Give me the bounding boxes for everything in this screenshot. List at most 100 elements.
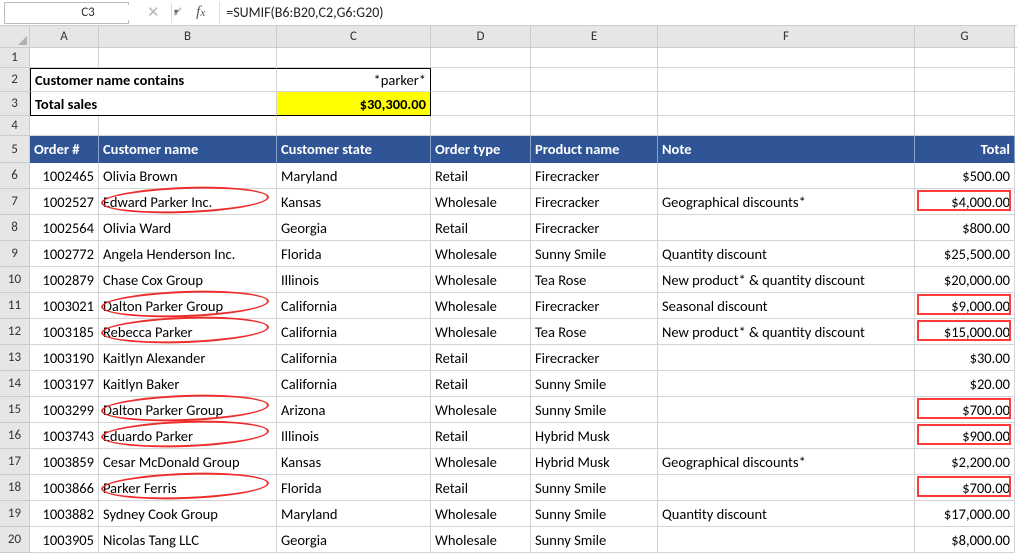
cell[interactable]: 1002879: [30, 267, 99, 293]
cell[interactable]: 1003859: [30, 449, 99, 475]
cell[interactable]: [30, 48, 99, 68]
cell[interactable]: $20,000.00: [915, 267, 1015, 293]
col-header-c[interactable]: C: [277, 26, 431, 47]
cell[interactable]: Order #: [30, 136, 99, 163]
cell[interactable]: Eduardo Parker: [99, 423, 277, 449]
cell[interactable]: Retail: [431, 475, 531, 501]
cell[interactable]: $500.00: [915, 163, 1015, 189]
cell[interactable]: Tea Rose: [531, 267, 658, 293]
cell[interactable]: California: [277, 371, 431, 397]
cell[interactable]: 1002527: [30, 189, 99, 215]
cell[interactable]: Wholesale: [431, 189, 531, 215]
cell[interactable]: [658, 345, 915, 371]
cell[interactable]: Wholesale: [431, 527, 531, 553]
cell[interactable]: Wholesale: [431, 293, 531, 319]
cell[interactable]: [658, 475, 915, 501]
cell[interactable]: $2,200.00: [915, 449, 1015, 475]
cell[interactable]: Georgia: [277, 527, 431, 553]
cell[interactable]: [99, 48, 277, 68]
row-header[interactable]: 20: [0, 527, 30, 553]
cell[interactable]: $15,000.00: [915, 319, 1015, 345]
cell[interactable]: Quantity discount: [658, 501, 915, 527]
row-header[interactable]: 19: [0, 501, 30, 527]
row-header[interactable]: 12: [0, 319, 30, 345]
cell[interactable]: Sunny Smile: [531, 397, 658, 423]
col-header-f[interactable]: F: [658, 26, 915, 47]
cell[interactable]: [658, 527, 915, 553]
cell[interactable]: Wholesale: [431, 267, 531, 293]
cell[interactable]: $8,000.00: [915, 527, 1015, 553]
cell[interactable]: Hybrid Musk: [531, 423, 658, 449]
cell[interactable]: [431, 116, 531, 136]
cell[interactable]: $700.00: [915, 475, 1015, 501]
cell[interactable]: Maryland: [277, 163, 431, 189]
cell[interactable]: 1003197: [30, 371, 99, 397]
cell[interactable]: Edward Parker Inc.: [99, 189, 277, 215]
cell[interactable]: Tea Rose: [531, 319, 658, 345]
cell[interactable]: 1003299: [30, 397, 99, 423]
cell[interactable]: Chase Cox Group: [99, 267, 277, 293]
cell[interactable]: $25,500.00: [915, 241, 1015, 267]
cell[interactable]: *parker*: [277, 68, 431, 92]
cell[interactable]: Kansas: [277, 189, 431, 215]
cell[interactable]: Georgia: [277, 215, 431, 241]
cancel-icon[interactable]: ✕: [147, 3, 160, 22]
cell[interactable]: Total: [915, 136, 1015, 163]
cell[interactable]: Order type: [431, 136, 531, 163]
cell[interactable]: Sunny Smile: [531, 475, 658, 501]
cell[interactable]: Sunny Smile: [531, 241, 658, 267]
row-header[interactable]: 11: [0, 293, 30, 319]
row-header[interactable]: 15: [0, 397, 30, 423]
col-header-a[interactable]: A: [30, 26, 99, 47]
cell[interactable]: Customer name: [99, 136, 277, 163]
cell[interactable]: New product* & quantity discount: [658, 267, 915, 293]
cell[interactable]: [658, 92, 915, 116]
cell[interactable]: California: [277, 293, 431, 319]
cell[interactable]: [658, 423, 915, 449]
cell[interactable]: Kaitlyn Alexander: [99, 345, 277, 371]
row-header[interactable]: 9: [0, 241, 30, 267]
cell[interactable]: California: [277, 345, 431, 371]
cell[interactable]: Dalton Parker Group: [99, 397, 277, 423]
cell[interactable]: $17,000.00: [915, 501, 1015, 527]
cell[interactable]: New product* & quantity discount: [658, 319, 915, 345]
cell[interactable]: Retail: [431, 423, 531, 449]
cell[interactable]: Wholesale: [431, 319, 531, 345]
cell[interactable]: $900.00: [915, 423, 1015, 449]
cell[interactable]: $4,000.00: [915, 189, 1015, 215]
cell[interactable]: [277, 116, 431, 136]
cell[interactable]: Wholesale: [431, 449, 531, 475]
cell[interactable]: Sunny Smile: [531, 527, 658, 553]
cell[interactable]: Illinois: [277, 423, 431, 449]
cell[interactable]: Angela Henderson Inc.: [99, 241, 277, 267]
cell[interactable]: Quantity discount: [658, 241, 915, 267]
cell[interactable]: Olivia Ward: [99, 215, 277, 241]
cell[interactable]: Florida: [277, 241, 431, 267]
cell[interactable]: Retail: [431, 371, 531, 397]
cell[interactable]: Nicolas Tang LLC: [99, 527, 277, 553]
row-header[interactable]: 7: [0, 189, 30, 215]
cell[interactable]: Olivia Brown: [99, 163, 277, 189]
row-header[interactable]: 1: [0, 48, 30, 68]
cell[interactable]: Kansas: [277, 449, 431, 475]
cell[interactable]: Firecracker: [531, 345, 658, 371]
formula-bar[interactable]: =SUMIF(B6:B20,C2,G6:G20): [219, 2, 1017, 24]
cell[interactable]: $800.00: [915, 215, 1015, 241]
cell[interactable]: Hybrid Musk: [531, 449, 658, 475]
cell[interactable]: Note: [658, 136, 915, 163]
cell[interactable]: [915, 116, 1015, 136]
cell[interactable]: Total sales: [30, 92, 99, 116]
cell[interactable]: 1003190: [30, 345, 99, 371]
cell[interactable]: Firecracker: [531, 189, 658, 215]
enter-icon[interactable]: ✓: [172, 3, 185, 22]
cell[interactable]: $30,300.00: [277, 92, 431, 116]
cell[interactable]: Rebecca Parker: [99, 319, 277, 345]
cell[interactable]: 1003743: [30, 423, 99, 449]
cell[interactable]: [99, 68, 277, 92]
cell[interactable]: Customer name contains: [30, 68, 99, 92]
col-header-d[interactable]: D: [431, 26, 531, 47]
row-header[interactable]: 13: [0, 345, 30, 371]
row-header[interactable]: 16: [0, 423, 30, 449]
cell[interactable]: Firecracker: [531, 163, 658, 189]
cell[interactable]: [277, 48, 431, 68]
